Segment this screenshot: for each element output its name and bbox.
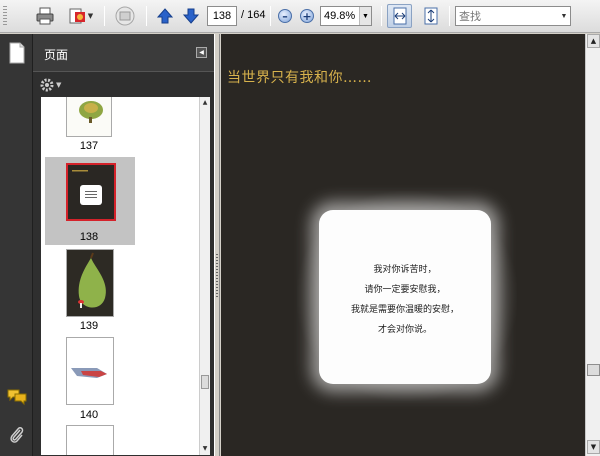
pages-panel-header: 页面 ◀ — [33, 34, 214, 72]
fit-page-button[interactable] — [418, 4, 443, 28]
thumbnail-138[interactable] — [66, 163, 116, 221]
create-dropdown-arrow[interactable]: ▼ — [88, 12, 93, 20]
scroll-up-icon[interactable]: ▲ — [587, 34, 600, 48]
thumbnail-139[interactable] — [66, 249, 114, 317]
thumbnail-137[interactable] — [66, 97, 112, 137]
thumbnail-label: 139 — [79, 320, 99, 332]
zoom-select[interactable]: 49.8% ▼ — [320, 6, 372, 26]
poem-line: 我就是需要你温暖的安慰， — [350, 305, 459, 315]
poem-text: 我对你诉苦时， 请你一定要安慰我， 我就是需要你温暖的安慰， 才会对你说。 — [319, 260, 491, 340]
attachments-icon — [10, 427, 24, 443]
scrollbar-thumb[interactable] — [201, 375, 209, 389]
page-total-label: / 164 — [241, 9, 266, 21]
document-scrollbar[interactable]: ▲ ▼ — [585, 34, 600, 456]
comments-button[interactable] — [6, 386, 28, 408]
zoom-value: 49.8% — [324, 10, 356, 22]
toolbar-separator — [381, 6, 382, 26]
thumbnail-scrollbar[interactable]: ▲ ▼ — [199, 97, 210, 455]
document-view[interactable]: 当世界只有我和你…… 我对你诉苦时， 请你一定要安慰我， 我就是需要你温暖的安慰… — [221, 34, 585, 456]
scroll-down-icon[interactable]: ▼ — [200, 443, 210, 453]
scroll-down-icon[interactable]: ▼ — [587, 440, 600, 454]
thumbnail-label: 138 — [79, 231, 99, 243]
pages-panel-icon — [9, 42, 25, 64]
thumbnail-138-image — [68, 165, 114, 219]
next-page-button[interactable] — [180, 4, 202, 28]
print-button[interactable] — [32, 4, 58, 28]
main-toolbar: ▼ 138 / 164 – + 49.8% ▼ 查找 ▼ — [0, 0, 600, 33]
gear-icon — [40, 78, 54, 92]
chevron-down-icon: ▼ — [56, 81, 62, 89]
thumbnail-140[interactable] — [66, 337, 114, 405]
thumbnail-list: 137 138 139 140 — [41, 97, 199, 455]
scrollbar-thumb[interactable] — [587, 364, 600, 376]
zoom-out-button[interactable]: – — [276, 4, 294, 28]
panel-splitter[interactable] — [214, 34, 220, 456]
create-pdf-button[interactable]: ▼ — [64, 4, 96, 28]
toolbar-separator — [104, 6, 105, 26]
fit-width-button[interactable] — [387, 4, 412, 28]
page-number-input[interactable]: 138 — [207, 6, 237, 26]
poem-line: 请你一定要安慰我， — [364, 285, 446, 295]
scroll-up-icon[interactable]: ▲ — [200, 97, 210, 107]
previous-page-icon — [156, 8, 174, 24]
attachments-button[interactable] — [6, 424, 28, 446]
collaborate-icon — [115, 6, 135, 26]
panel-options-button[interactable]: ▼ — [39, 75, 61, 95]
fit-page-icon — [424, 7, 437, 25]
comments-icon — [7, 389, 27, 406]
toolbar-separator — [449, 6, 450, 26]
toolbar-separator — [270, 6, 271, 26]
zoom-in-button[interactable]: + — [298, 4, 316, 28]
printer-icon — [36, 7, 54, 25]
search-placeholder: 查找 — [459, 11, 481, 23]
zoom-in-icon: + — [300, 9, 314, 23]
fit-width-icon — [393, 7, 406, 25]
zoom-out-icon: – — [278, 9, 292, 23]
thumbnail-137-image — [67, 97, 111, 136]
chevron-down-icon[interactable]: ▼ — [359, 7, 371, 25]
thumbnail-next[interactable] — [66, 425, 114, 455]
toolbar-grip[interactable] — [3, 6, 7, 26]
collaborate-button[interactable] — [111, 4, 139, 28]
navigation-strip — [0, 34, 33, 456]
create-pdf-icon — [69, 8, 85, 24]
collapse-panel-button[interactable]: ◀ — [196, 47, 207, 58]
poem-line: 我对你诉苦时， — [373, 265, 437, 275]
previous-page-button[interactable] — [154, 4, 176, 28]
splitter-grip[interactable] — [216, 254, 218, 298]
page-heading: 当世界只有我和你…… — [227, 70, 372, 86]
lit-window: 我对你诉苦时， 请你一定要安慰我， 我就是需要你温暖的安慰， 才会对你说。 — [319, 210, 491, 384]
toolbar-separator — [146, 6, 147, 26]
thumbnail-label: 140 — [79, 409, 99, 421]
pages-panel-button[interactable] — [6, 42, 28, 64]
thumbnail-139-image — [67, 250, 113, 316]
search-input[interactable]: 查找 ▼ — [455, 6, 571, 26]
pages-panel: 页面 ◀ ▼ 137 138 139 140 ▲ ▼ — [33, 34, 214, 456]
thumbnail-label: 137 — [79, 140, 99, 152]
pages-panel-title: 页面 — [44, 48, 69, 62]
thumbnail-140-image — [67, 338, 113, 404]
next-page-icon — [182, 8, 200, 24]
chevron-down-icon[interactable]: ▼ — [558, 7, 570, 25]
poem-line: 才会对你说。 — [377, 325, 432, 335]
